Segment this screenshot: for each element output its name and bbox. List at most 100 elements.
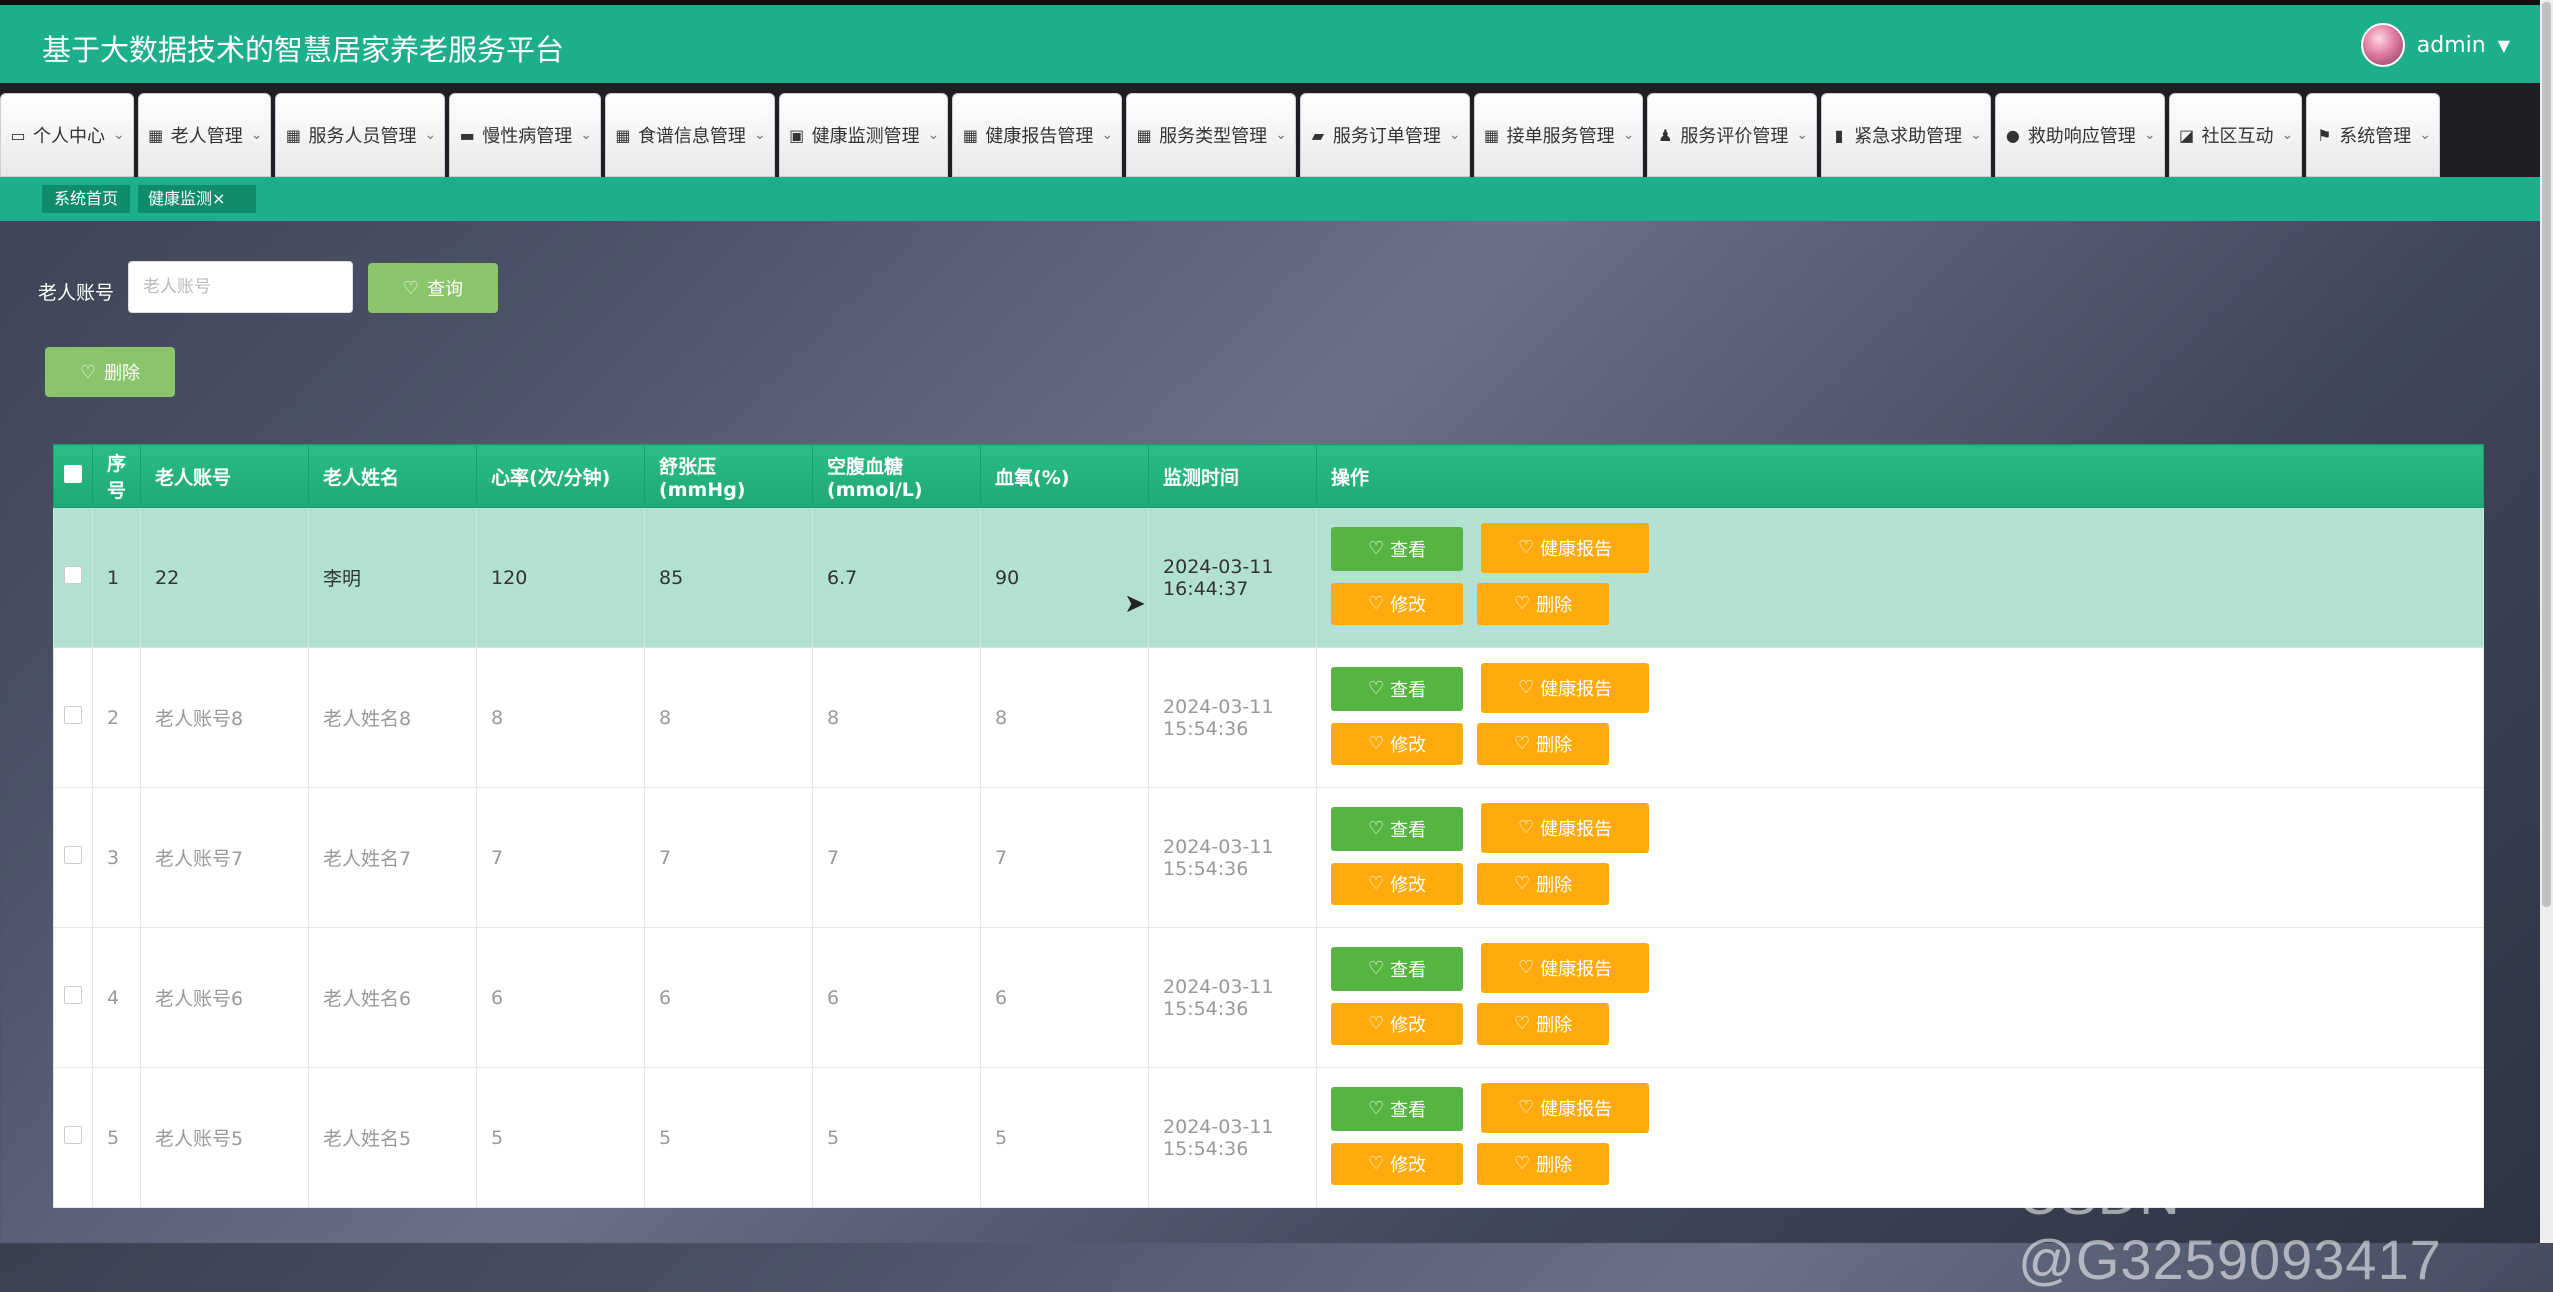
view-button[interactable]: ♡ 查看 [1331,526,1464,571]
main-nav: ▭ 个人中心 ⌄ ▦ 老人管理 ⌄ ▦ 服务人员管理 ⌄ ▬ 慢性病管理 ⌄ ▦ 食谱信息管理 ⌄ ▣ 健康监测… [0,83,2540,177]
health-report-button[interactable]: ♡ 健康报告 [1481,522,1650,573]
query-button-label: 查询 [427,279,464,300]
heart-icon: ♡ [79,361,97,383]
pin-icon: ● [2005,125,2020,145]
nav-item-7[interactable]: ▦ 服务类型管理 ⌄ [1126,93,1296,177]
nav-menu: ▭ 个人中心 ⌄ ▦ 老人管理 ⌄ ▦ 服务人员管理 ⌄ ▬ 慢性病管理 ⌄ ▦ 食谱信息管理 ⌄ ▣ 健康监测… [0,93,2444,177]
nav-item-label: 系统管理 [2339,126,2412,147]
batch-delete-button[interactable]: ♡ 删除 [45,347,175,397]
cell-diastolic: 5 [644,1067,814,1208]
briefcase-icon: ▰ [1311,125,1325,145]
table-row[interactable]: 4 老人账号6 老人姓名6 6 6 6 6 2024-03-11 15:54:36 ♡ 查看 ♡ 健康… [53,927,2484,1068]
edit-button[interactable]: ♡ 修改 [1331,862,1464,905]
edit-button[interactable]: ♡ 修改 [1331,1142,1464,1185]
nav-item-2[interactable]: ▦ 服务人员管理 ⌄ [275,93,446,177]
nav-item-8[interactable]: ▰ 服务订单管理 ⌄ [1299,93,1470,177]
nav-item-4[interactable]: ▦ 食谱信息管理 ⌄ [604,93,775,177]
tab-home[interactable]: 系统首页 [42,185,130,213]
tab-bar: 系统首页 健康监测× [0,177,2540,221]
col-header-heart-rate: 心率(次/分钟) [476,444,646,508]
nav-item-3[interactable]: ▬ 慢性病管理 ⌄ [449,93,601,177]
cell-actions: ♡ 查看 ♡ 健康报告 ♡ 修改 ♡ 删除 [1316,927,2484,1068]
row-checkbox[interactable] [64,986,82,1004]
col-header-account: 老人账号 [140,444,310,508]
row-checkbox[interactable] [64,846,82,864]
delete-button-label: 删除 [1536,1014,1573,1036]
select-all-checkbox[interactable] [64,464,82,483]
heart-icon: ♡ [1513,1013,1531,1034]
row-actions: ♡ 查看 ♡ 健康报告 ♡ 修改 ♡ 删除 [1331,942,1691,1053]
view-button[interactable]: ♡ 查看 [1331,946,1464,991]
edit-button[interactable]: ♡ 修改 [1331,722,1464,765]
chevron-down-icon: ⌄ [753,127,766,143]
row-checkbox[interactable] [64,1126,82,1144]
page-scrollbar[interactable] [2540,0,2553,1243]
nav-item-9[interactable]: ▦ 接单服务管理 ⌄ [1473,93,1644,177]
heart-icon: ♡ [1367,818,1385,839]
chevron-down-icon: ⌄ [1622,127,1635,143]
health-report-button[interactable]: ♡ 健康报告 [1481,802,1650,853]
bar-chart-icon: ▮ [1834,125,1844,145]
chat-icon: ▬ [459,125,475,145]
scrollbar-thumb[interactable] [2542,2,2551,907]
view-button[interactable]: ♡ 查看 [1331,806,1464,851]
cell-name: 老人姓名7 [308,787,478,928]
nav-item-5[interactable]: ▣ 健康监测管理 ⌄ [778,93,949,177]
search-input[interactable] [128,261,353,313]
view-button-label: 查看 [1390,959,1427,981]
cell-account: 老人账号7 [140,787,310,928]
health-report-button-label: 健康报告 [1540,678,1613,700]
nav-item-13[interactable]: ◪ 社区互动 ⌄ [2168,93,2303,177]
delete-button[interactable]: ♡ 删除 [1477,1002,1610,1045]
row-actions: ♡ 查看 ♡ 健康报告 ♡ 修改 ♡ 删除 [1331,522,1691,633]
nav-item-1[interactable]: ▦ 老人管理 ⌄ [137,93,272,177]
cell-glucose: 6 [812,927,982,1068]
col-header-no: 序号 [91,444,142,508]
cell-time: 2024-03-11 15:54:36 [1148,787,1318,928]
caret-down-icon[interactable]: ▼ [2498,36,2510,55]
cell-time: 2024-03-11 16:44:37 [1148,507,1318,648]
cell-diastolic: 8 [644,647,814,788]
delete-button[interactable]: ♡ 删除 [1477,1142,1610,1185]
edit-button[interactable]: ♡ 修改 [1331,1002,1464,1045]
health-report-button[interactable]: ♡ 健康报告 [1481,1082,1650,1133]
health-report-button[interactable]: ♡ 健康报告 [1481,942,1650,993]
nav-item-10[interactable]: ♟ 服务评价管理 ⌄ [1647,93,1818,177]
row-checkbox[interactable] [64,566,82,584]
view-button[interactable]: ♡ 查看 [1331,1086,1464,1131]
nav-item-11[interactable]: ▮ 紧急求助管理 ⌄ [1821,93,1991,177]
nav-item-14[interactable]: ⚑ 系统管理 ⌄ [2306,93,2441,177]
flag-icon: ⚑ [2317,125,2332,145]
top-header: 基于大数据技术的智慧居家养老服务平台 admin ▼ [0,0,2540,83]
nav-item-6[interactable]: ▦ 健康报告管理 ⌄ [952,93,1123,177]
username[interactable]: admin [2417,33,2486,58]
view-button[interactable]: ♡ 查看 [1331,666,1464,711]
query-button[interactable]: ♡ 查询 [368,263,498,313]
health-report-button-label: 健康报告 [1540,958,1613,980]
tab-health-monitor[interactable]: 健康监测× [138,185,256,213]
health-report-button[interactable]: ♡ 健康报告 [1481,662,1650,713]
view-button-label: 查看 [1390,819,1427,841]
table-row[interactable]: 2 老人账号8 老人姓名8 8 8 8 8 2024-03-11 15:54:36 ♡ 查看 ♡ 健康… [53,647,2484,788]
delete-button[interactable]: ♡ 删除 [1477,582,1610,625]
row-checkbox-cell [53,647,93,788]
table-row[interactable]: 1 22 李明 120 85 6.7 90 2024-03-11 16:44:37 ♡ 查看 ♡ 健康… [53,507,2484,648]
nav-item-0[interactable]: ▭ 个人中心 ⌄ [0,93,134,177]
nav-item-label: 食谱信息管理 [637,126,746,147]
nav-item-12[interactable]: ● 救助响应管理 ⌄ [1994,93,2165,177]
health-report-button-label: 健康报告 [1540,538,1613,560]
nav-item-label: 服务类型管理 [1159,126,1268,147]
main-content: 老人账号 ♡ 查询 ♡ 删除 序号 老人账号 老人姓名 心率(次/分钟) 舒张压… [0,221,2540,1243]
cell-no: 4 [91,927,142,1068]
delete-button[interactable]: ♡ 删除 [1477,862,1610,905]
avatar[interactable] [2360,23,2405,67]
row-checkbox[interactable] [64,706,82,724]
heart-icon: ♡ [1517,957,1535,978]
table-row[interactable]: 3 老人账号7 老人姓名7 7 7 7 7 2024-03-11 15:54:36 ♡ 查看 ♡ 健康… [53,787,2484,928]
edit-button[interactable]: ♡ 修改 [1331,582,1464,625]
mouse-cursor-icon: ➤ [1124,589,1146,619]
user-menu[interactable]: admin ▼ [2360,23,2510,67]
cell-oxygen: 90 [980,507,1150,648]
delete-button[interactable]: ♡ 删除 [1477,722,1610,765]
cell-actions: ♡ 查看 ♡ 健康报告 ♡ 修改 ♡ 删除 [1316,507,2484,648]
